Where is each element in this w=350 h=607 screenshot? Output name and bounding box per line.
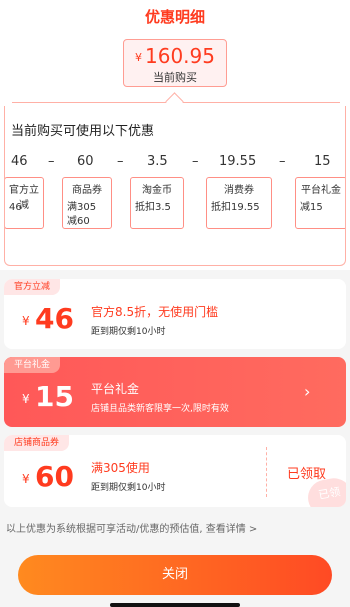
discount-chip[interactable]: 淘金币 抵扣3.5: [130, 177, 184, 229]
coupon-amount: 46: [35, 302, 74, 335]
currency-symbol: ¥: [135, 50, 142, 64]
coupon-subtext: 距到期仅剩10小时: [91, 327, 166, 337]
chip-name: 消费券: [224, 185, 254, 196]
coupon-currency: ¥: [22, 392, 30, 406]
chip-name: 商品券: [72, 185, 102, 196]
chip-detail: 减15: [300, 202, 323, 213]
discount-summary-panel: 优惠明细 ¥160.95 当前购买 当前购买可使用以下优惠 46 – 60 – …: [0, 0, 350, 270]
claimed-status: 已领取: [287, 467, 327, 482]
formula-value: 60: [77, 154, 94, 169]
formula-value: 19.55: [219, 154, 257, 169]
chip-name: 平台礼金: [301, 185, 341, 196]
coupon-currency: ¥: [22, 314, 30, 328]
formula-operator: –: [192, 154, 199, 169]
formula-value: 15: [314, 154, 331, 169]
connector-line-left: [12, 102, 172, 103]
total-price-badge: ¥160.95 当前购买: [123, 39, 227, 87]
discount-chip[interactable]: 平台礼金 减15: [295, 177, 345, 229]
discount-chip[interactable]: 官方立减 46: [5, 177, 44, 229]
coupon-tag: 店铺商品券: [4, 435, 70, 451]
formula-value: 46: [11, 154, 28, 169]
disclaimer-text[interactable]: 以上优惠为系统根据可享活动/优惠的预估值, 查看详情 >: [6, 520, 257, 535]
coupon-description: 满305使用: [91, 461, 150, 475]
total-amount-value: 160.95: [145, 44, 215, 68]
coupon-card-store[interactable]: 店铺商品券 ¥ 60 满305使用 距到期仅剩10小时 已领取 已领: [4, 435, 346, 507]
connector-line-right: [182, 102, 340, 103]
discount-chip[interactable]: 消费券 抵扣19.55: [206, 177, 272, 229]
formula-operator: –: [117, 154, 124, 169]
coupon-amount: 60: [35, 460, 74, 493]
close-button[interactable]: 关闭: [18, 555, 332, 595]
formula-operator: –: [48, 154, 55, 169]
coupon-currency: ¥: [22, 472, 30, 486]
coupon-amount: 15: [35, 380, 74, 413]
coupon-description: 官方8.5折，无使用门槛: [91, 305, 219, 319]
coupon-card-platform[interactable]: 平台礼金 ¥ 15 平台礼金 店铺且品类新客限享一次,限时有效 ›: [4, 357, 346, 427]
total-amount: ¥160.95: [124, 43, 226, 71]
discount-formula: 46 – 60 – 3.5 – 19.55 – 15: [5, 154, 345, 174]
home-indicator: [110, 603, 240, 607]
breakdown-card: 当前购买可使用以下优惠 46 – 60 – 3.5 – 19.55 – 15 官…: [4, 106, 346, 266]
coupon-subtext: 店铺且品类新客限享一次,限时有效: [91, 404, 229, 414]
total-caption: 当前购买: [153, 70, 197, 84]
coupon-divider: [266, 447, 267, 497]
chip-detail: 抵扣19.55: [211, 202, 260, 213]
discount-chip[interactable]: 商品券 满305 减60: [62, 177, 112, 229]
coupon-tag: 平台礼金: [4, 357, 61, 373]
coupon-description: 平台礼金: [91, 382, 140, 396]
coupon-subtext: 距到期仅剩10小时: [91, 483, 166, 493]
chevron-right-icon[interactable]: ›: [304, 382, 310, 401]
chip-detail: 满305 减60: [67, 202, 97, 227]
page-title: 优惠明细: [144, 8, 205, 26]
chip-name: 淘金币: [142, 185, 172, 196]
breakdown-title: 当前购买可使用以下优惠: [11, 124, 155, 139]
chip-detail: 46: [9, 202, 22, 213]
coupon-tag: 官方立减: [4, 279, 61, 295]
formula-operator: –: [279, 154, 286, 169]
coupon-card-official[interactable]: 官方立减 ¥ 46 官方8.5折，无使用门槛 距到期仅剩10小时: [4, 279, 346, 349]
formula-value: 3.5: [147, 154, 168, 169]
chip-detail: 抵扣3.5: [135, 202, 171, 213]
